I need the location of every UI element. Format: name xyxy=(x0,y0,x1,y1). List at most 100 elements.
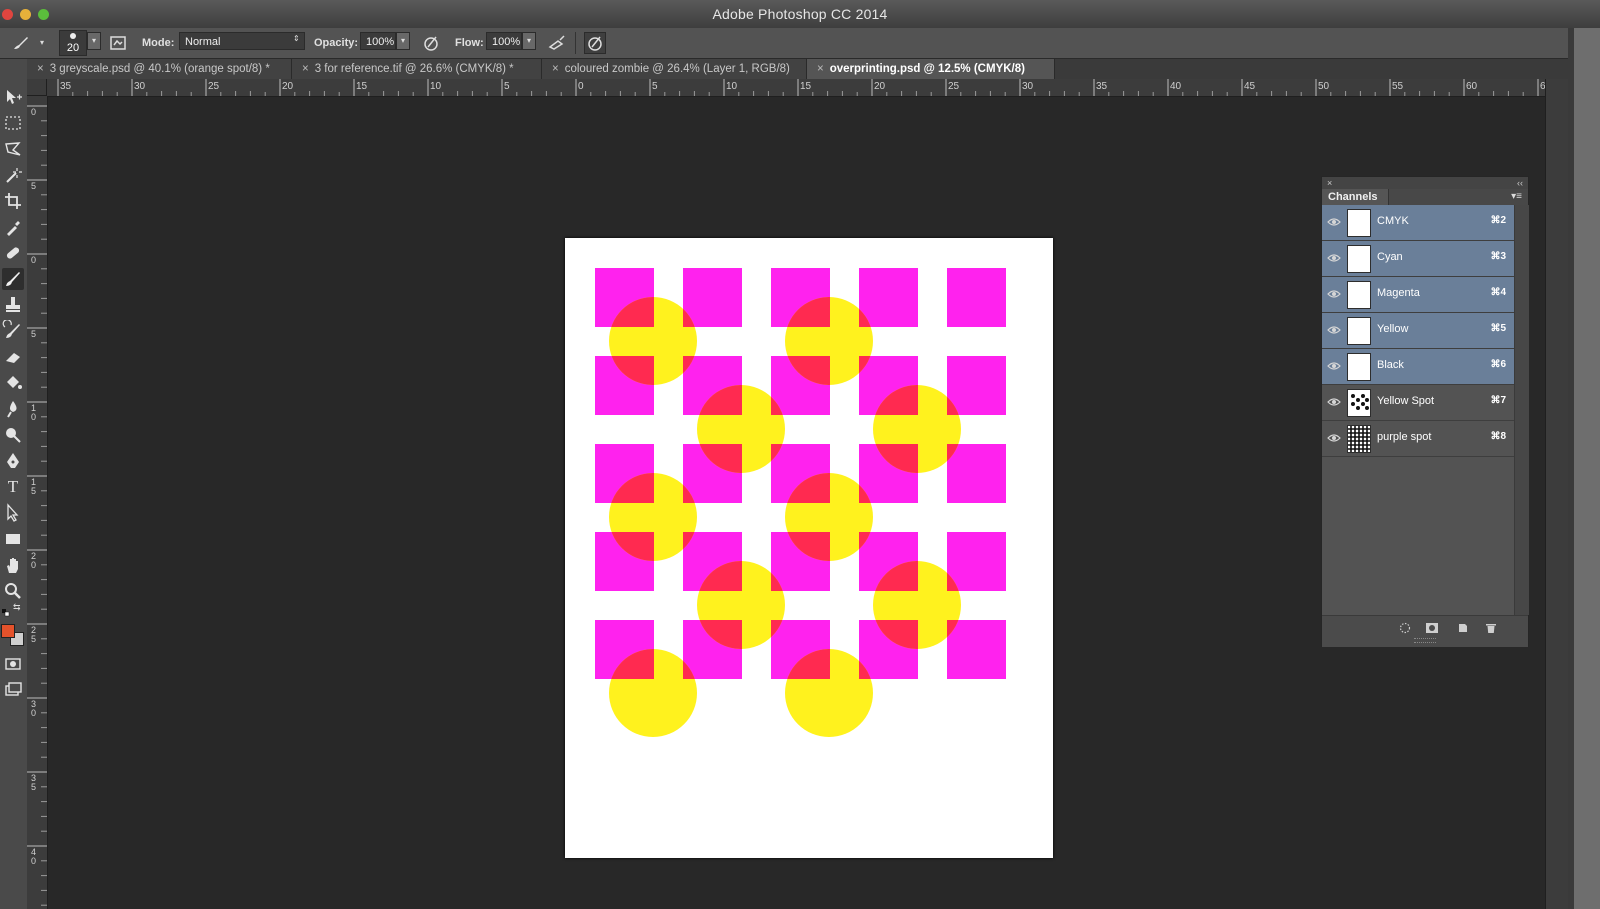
visibility-eye-icon[interactable] xyxy=(1327,252,1341,264)
eyedropper-tool-icon[interactable] xyxy=(2,216,24,238)
visibility-eye-icon[interactable] xyxy=(1327,432,1341,444)
pressure-size-icon[interactable] xyxy=(584,32,606,54)
visibility-eye-icon[interactable] xyxy=(1327,360,1341,372)
overprinting-artwork xyxy=(595,268,1006,737)
path-selection-tool-icon[interactable] xyxy=(2,502,24,524)
brush-preset-chevron-icon[interactable]: ▾ xyxy=(31,32,53,54)
hand-tool-icon[interactable] xyxy=(2,554,24,576)
dodge-tool-icon[interactable] xyxy=(2,424,24,446)
close-tab-icon[interactable]: × xyxy=(817,63,824,75)
brush-panel-toggle-icon[interactable] xyxy=(107,32,129,54)
canvas-scrollbar[interactable] xyxy=(1545,79,1569,909)
default-colors-icon[interactable] xyxy=(2,604,10,617)
tab-label: 3 greyscale.psd @ 40.1% (orange spot/8) … xyxy=(49,63,270,75)
channel-thumbnail-grid xyxy=(1347,425,1371,453)
visibility-eye-icon[interactable] xyxy=(1327,216,1341,228)
clone-stamp-tool-icon[interactable] xyxy=(2,294,24,316)
visibility-eye-icon[interactable] xyxy=(1327,324,1341,336)
mode-select[interactable]: Normal xyxy=(179,32,305,50)
type-tool-icon[interactable]: T xyxy=(2,476,24,498)
channel-row[interactable]: purple spot ⌘8 xyxy=(1322,421,1514,457)
pressure-opacity-icon[interactable] xyxy=(420,32,442,54)
airbrush-icon[interactable] xyxy=(546,32,568,54)
ruler-label: 5 xyxy=(504,81,510,92)
panel-close-icon[interactable]: × xyxy=(1327,177,1332,189)
horizontal-ruler[interactable]: 353025201510505101520253035404550556065 xyxy=(47,79,1545,97)
brush-size-picker[interactable]: 20 xyxy=(59,30,87,56)
channel-row[interactable]: Yellow Spot ⌘7 xyxy=(1322,385,1514,421)
screen-mode-icon[interactable] xyxy=(2,679,24,701)
tab-label: overprinting.psd @ 12.5% (CMYK/8) xyxy=(829,63,1025,75)
tab-coloured-zombie[interactable]: × coloured zombie @ 26.4% (Layer 1, RGB/8… xyxy=(542,59,807,79)
paint-bucket-tool-icon[interactable] xyxy=(2,372,24,394)
healing-brush-tool-icon[interactable] xyxy=(2,242,24,264)
save-selection-icon[interactable] xyxy=(1424,622,1440,636)
channel-row[interactable]: Yellow ⌘5 xyxy=(1322,313,1514,349)
vertical-ruler[interactable]: 0505101520253035404 xyxy=(27,96,48,909)
move-tool-icon[interactable] xyxy=(2,86,24,108)
delete-channel-icon[interactable] xyxy=(1483,622,1499,636)
tab-label: 3 for reference.tif @ 26.6% (CMYK/8) * xyxy=(314,63,514,75)
zoom-tool-icon[interactable] xyxy=(2,580,24,602)
eraser-tool-icon[interactable] xyxy=(2,346,24,368)
tab-for-reference[interactable]: × 3 for reference.tif @ 26.6% (CMYK/8) * xyxy=(292,59,542,79)
magic-wand-tool-icon[interactable] xyxy=(2,164,24,186)
mode-label: Mode: xyxy=(142,37,175,49)
ruler-label: 30 xyxy=(134,81,146,92)
opacity-input[interactable]: 100% xyxy=(360,32,396,50)
tab-overprinting[interactable]: × overprinting.psd @ 12.5% (CMYK/8) xyxy=(807,59,1055,79)
quick-mask-icon[interactable] xyxy=(2,653,24,675)
ruler-origin[interactable] xyxy=(27,79,47,96)
ruler-label: 35 xyxy=(60,81,72,92)
pen-tool-icon[interactable] xyxy=(2,450,24,472)
channel-row[interactable]: CMYK ⌘2 xyxy=(1322,205,1514,241)
crop-tool-icon[interactable] xyxy=(2,190,24,212)
brush-size-dropdown-arrow[interactable]: ▾ xyxy=(87,32,101,50)
panel-menu-icon[interactable]: ▾≡ xyxy=(1511,189,1522,205)
visibility-eye-icon[interactable] xyxy=(1327,288,1341,300)
flow-dropdown-arrow[interactable]: ▾ xyxy=(522,32,536,50)
flow-input[interactable]: 100% xyxy=(486,32,522,50)
ruler-label: 10 xyxy=(430,81,442,92)
mode-select-arrow-icon: ⇕ xyxy=(293,34,300,43)
panel-collapse-icon[interactable]: ‹‹ xyxy=(1517,177,1523,189)
ruler-label: 20 xyxy=(282,81,294,92)
ruler-label: 0 xyxy=(31,708,36,718)
ruler-label: 45 xyxy=(1244,81,1256,92)
blur-tool-icon[interactable] xyxy=(2,398,24,420)
tab-channels[interactable]: Channels xyxy=(1322,189,1389,205)
brush-tool-icon[interactable] xyxy=(10,32,32,54)
close-tab-icon[interactable]: × xyxy=(302,63,309,75)
channels-scrollbar[interactable] xyxy=(1514,205,1529,615)
channel-shortcut: ⌘4 xyxy=(1490,287,1506,298)
brush-tool-button-icon[interactable] xyxy=(2,268,24,290)
tab-greyscale[interactable]: × 3 greyscale.psd @ 40.1% (orange spot/8)… xyxy=(27,59,292,79)
close-tab-icon[interactable]: × xyxy=(37,63,44,75)
channels-panel: × ‹‹ Channels ▾≡ CMYK ⌘2 Cyan ⌘3 Magenta… xyxy=(1321,176,1529,647)
history-brush-tool-icon[interactable] xyxy=(2,319,24,342)
marquee-tool-icon[interactable] xyxy=(2,112,24,134)
ruler-label: 5 xyxy=(652,81,658,92)
ruler-label: 60 xyxy=(1466,81,1478,92)
lasso-tool-icon[interactable] xyxy=(2,138,24,160)
opacity-dropdown-arrow[interactable]: ▾ xyxy=(396,32,410,50)
window-title: Adobe Photoshop CC 2014 xyxy=(712,6,888,22)
ruler-label: 0 xyxy=(31,412,36,422)
channel-thumbnail xyxy=(1347,245,1371,273)
foreground-color-swatch[interactable] xyxy=(1,624,15,638)
rectangle-tool-icon[interactable] xyxy=(2,528,24,550)
channel-row[interactable]: Magenta ⌘4 xyxy=(1322,277,1514,313)
new-channel-icon[interactable] xyxy=(1455,622,1471,636)
channel-row[interactable]: Black ⌘6 xyxy=(1322,349,1514,385)
magenta-square xyxy=(683,268,742,327)
load-selection-icon[interactable] xyxy=(1397,622,1413,636)
ruler-label: 5 xyxy=(31,634,36,644)
channel-row[interactable]: Cyan ⌘3 xyxy=(1322,241,1514,277)
channel-thumbnail xyxy=(1347,209,1371,237)
ruler-label: 5 xyxy=(31,782,36,792)
visibility-eye-icon[interactable] xyxy=(1327,396,1341,408)
close-tab-icon[interactable]: × xyxy=(552,63,559,75)
document-canvas[interactable] xyxy=(565,238,1053,858)
panel-resize-grip[interactable] xyxy=(1414,638,1436,643)
swap-colors-icon[interactable]: ⇆ xyxy=(13,602,21,613)
